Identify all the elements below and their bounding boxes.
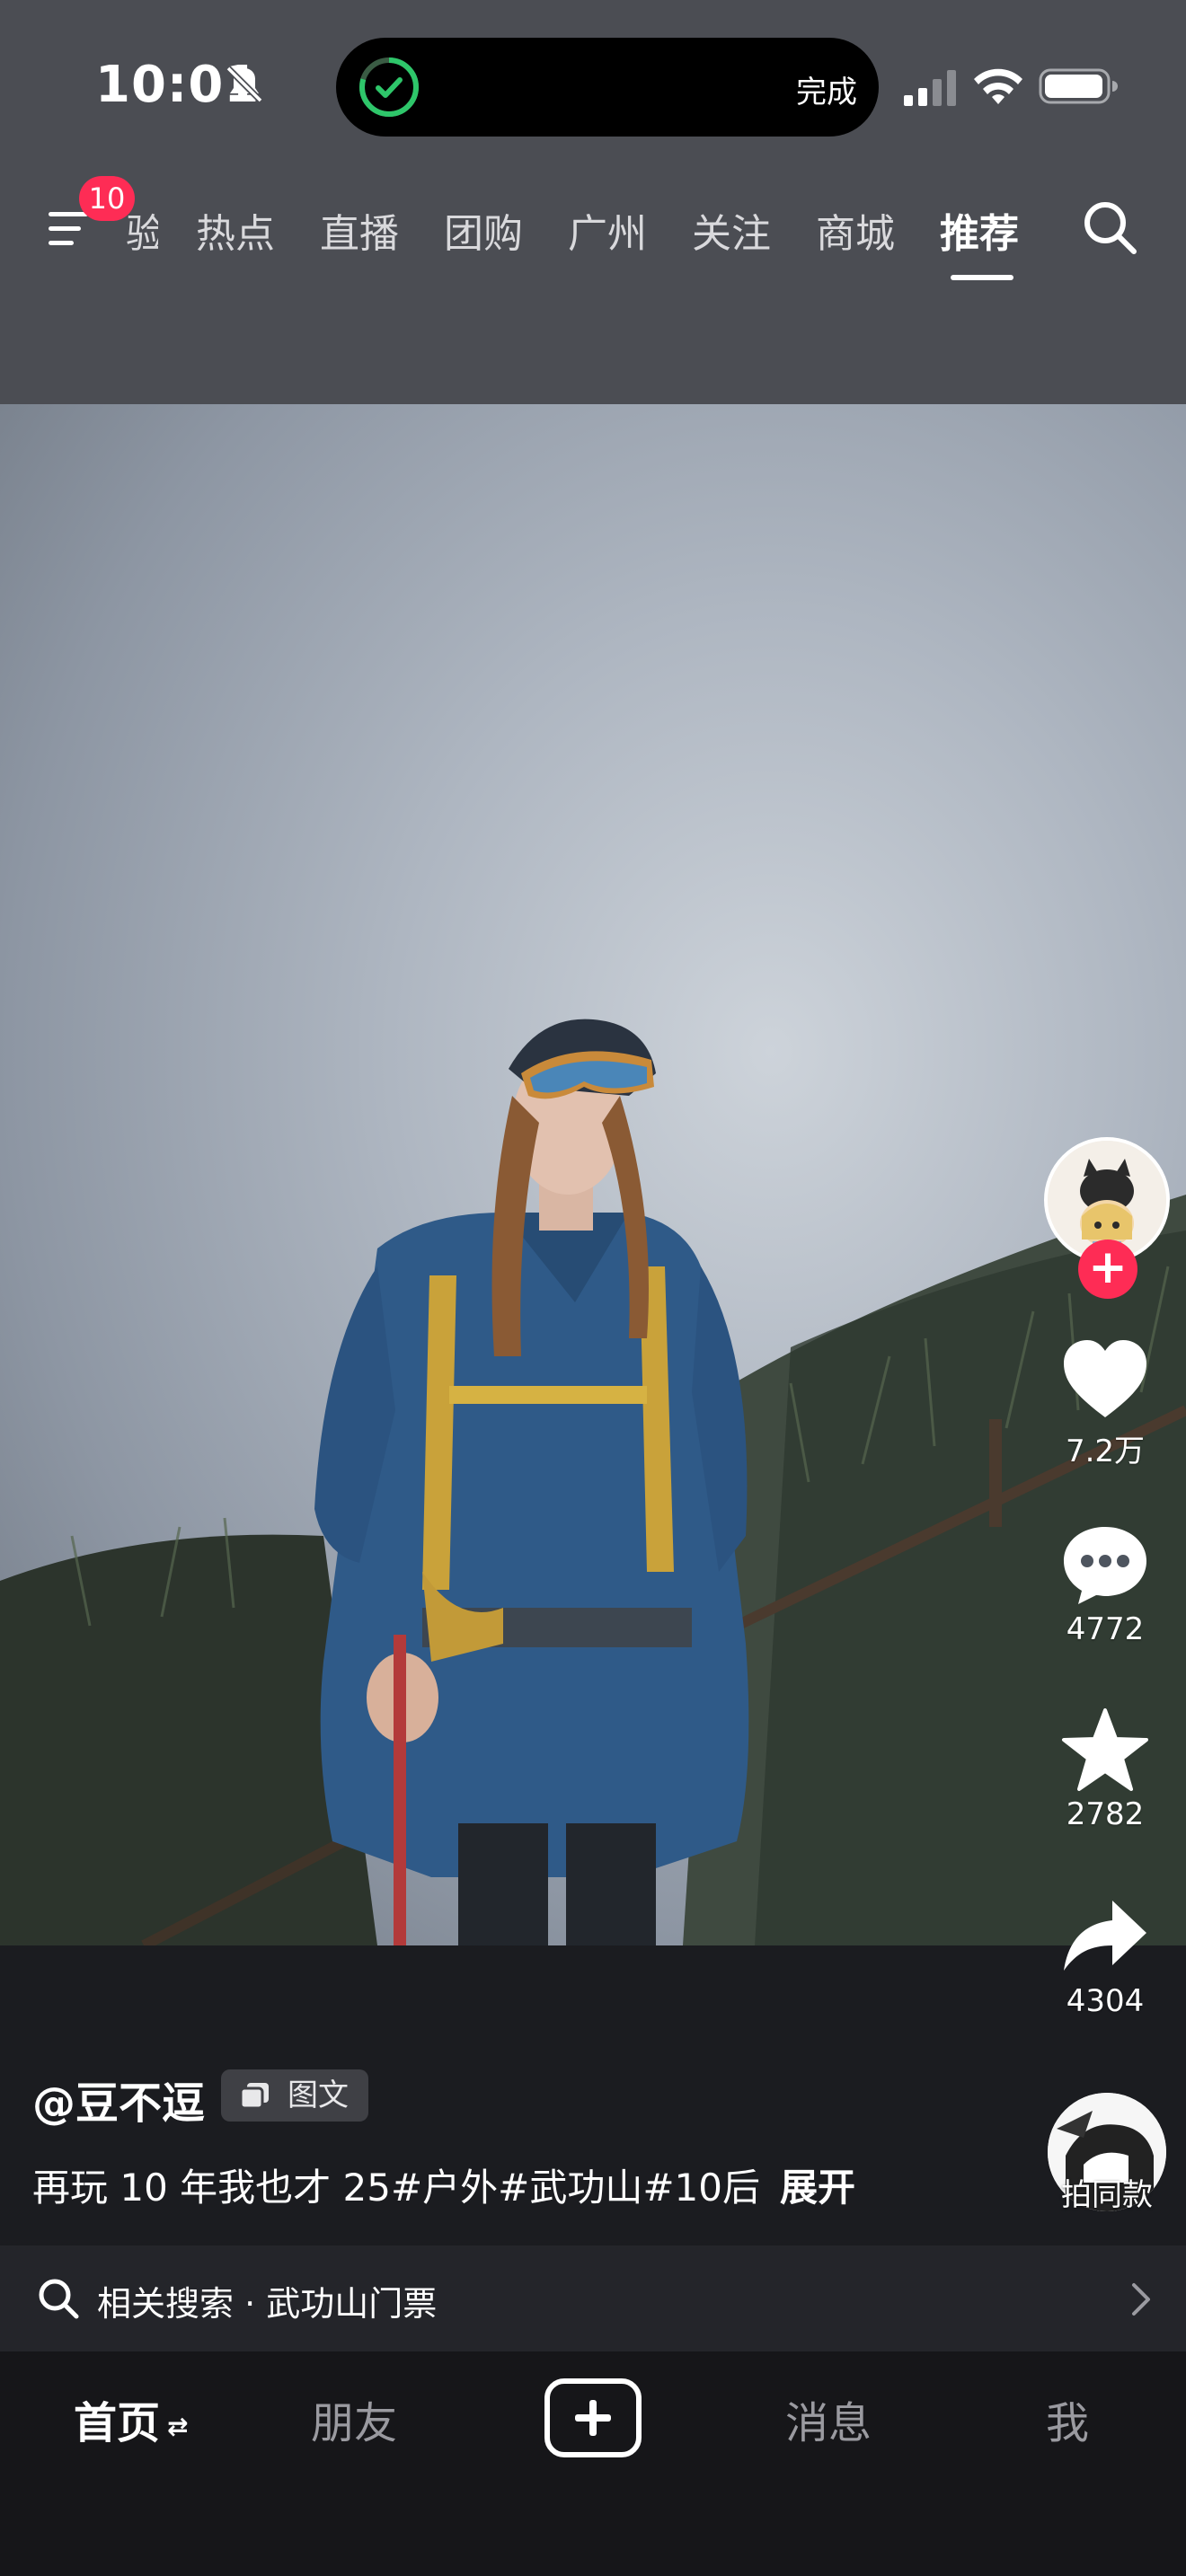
nav-friends[interactable]: 朋友 — [311, 2387, 397, 2450]
dynamic-island[interactable]: 完成 — [336, 38, 879, 137]
tab-mall[interactable]: 商城 — [816, 201, 895, 259]
chevron-right-icon — [1132, 2283, 1150, 2316]
hiker-photo-illustration — [0, 1019, 1186, 1945]
top-header: 10:01 完成 10 验 热点 直播 团购 广州 关注 商城 推荐 — [0, 0, 1186, 404]
comment-count: 4772 — [1066, 1611, 1145, 1647]
check-circle-icon — [359, 57, 419, 117]
nav-home-label: 首页 — [74, 2398, 161, 2448]
share-arrow-icon — [1064, 1901, 1146, 1971]
create-post-button[interactable] — [544, 2378, 642, 2457]
nav-messages[interactable]: 消息 — [785, 2387, 872, 2450]
signal-icon — [904, 70, 956, 106]
comment-button[interactable]: 4772 — [1024, 1523, 1186, 1647]
tab-following[interactable]: 关注 — [692, 201, 771, 259]
top-nav-tabs: 10 验 热点 直播 团购 广州 关注 商城 推荐 — [0, 176, 1186, 280]
plus-icon — [575, 2400, 611, 2436]
tab-live[interactable]: 直播 — [320, 201, 399, 259]
share-button[interactable]: 4304 — [1024, 1895, 1186, 2019]
favorite-button[interactable]: 2782 — [1024, 1708, 1186, 1832]
related-search-bar[interactable]: 相关搜索 · 武功山门票 — [0, 2245, 1186, 2351]
share-count: 4304 — [1066, 1983, 1145, 2019]
related-search-text: 相关搜索 · 武功山门票 — [97, 2284, 438, 2324]
island-done-label: 完成 — [796, 75, 857, 110]
status-bar: 10:01 完成 — [0, 0, 1186, 171]
like-button[interactable]: 7.2万 — [1024, 1338, 1186, 1470]
post-caption: 再玩 10 年我也才 25#户外#武功山#10后 展开 — [32, 2157, 855, 2212]
post-type-label: 图文 — [288, 2078, 349, 2113]
star-icon — [1062, 1708, 1148, 1791]
active-tab-indicator — [951, 275, 1013, 280]
tab-guangzhou[interactable]: 广州 — [568, 201, 647, 259]
tab-hot[interactable]: 热点 — [196, 201, 275, 259]
heart-icon — [1064, 1340, 1146, 1417]
tab-partial[interactable]: 验 — [126, 201, 158, 259]
bottom-nav: 首页 ⇄ 朋友 消息 我 — [0, 2351, 1186, 2576]
favorite-count: 2782 — [1066, 1796, 1145, 1832]
wifi-icon — [974, 68, 1022, 104]
nav-me[interactable]: 我 — [1046, 2387, 1089, 2450]
post-image[interactable] — [0, 404, 1186, 1945]
nav-home[interactable]: 首页 ⇄ — [74, 2387, 188, 2450]
follow-button[interactable]: + — [1078, 1239, 1137, 1299]
like-count: 7.2万 — [1065, 1434, 1146, 1469]
tab-group-buy[interactable]: 团购 — [444, 201, 523, 259]
author-name[interactable]: @豆不逗 — [32, 2068, 205, 2130]
bell-muted-icon — [226, 66, 263, 103]
tab-recommend[interactable]: 推荐 — [940, 201, 1019, 259]
search-icon[interactable] — [1078, 196, 1143, 260]
same-style-label[interactable]: 拍同款 — [1024, 2170, 1186, 2214]
caption-text: 再玩 10 年我也才 25#户外#武功山#10后 — [32, 2166, 760, 2210]
battery-icon — [1039, 68, 1118, 104]
refresh-arrows-icon: ⇄ — [167, 2411, 189, 2441]
comment-icon — [1064, 1527, 1146, 1604]
image-text-icon — [239, 2083, 269, 2110]
search-icon — [39, 2279, 79, 2319]
post-type-badge: 图文 — [221, 2069, 368, 2122]
expand-button[interactable]: 展开 — [780, 2166, 855, 2210]
